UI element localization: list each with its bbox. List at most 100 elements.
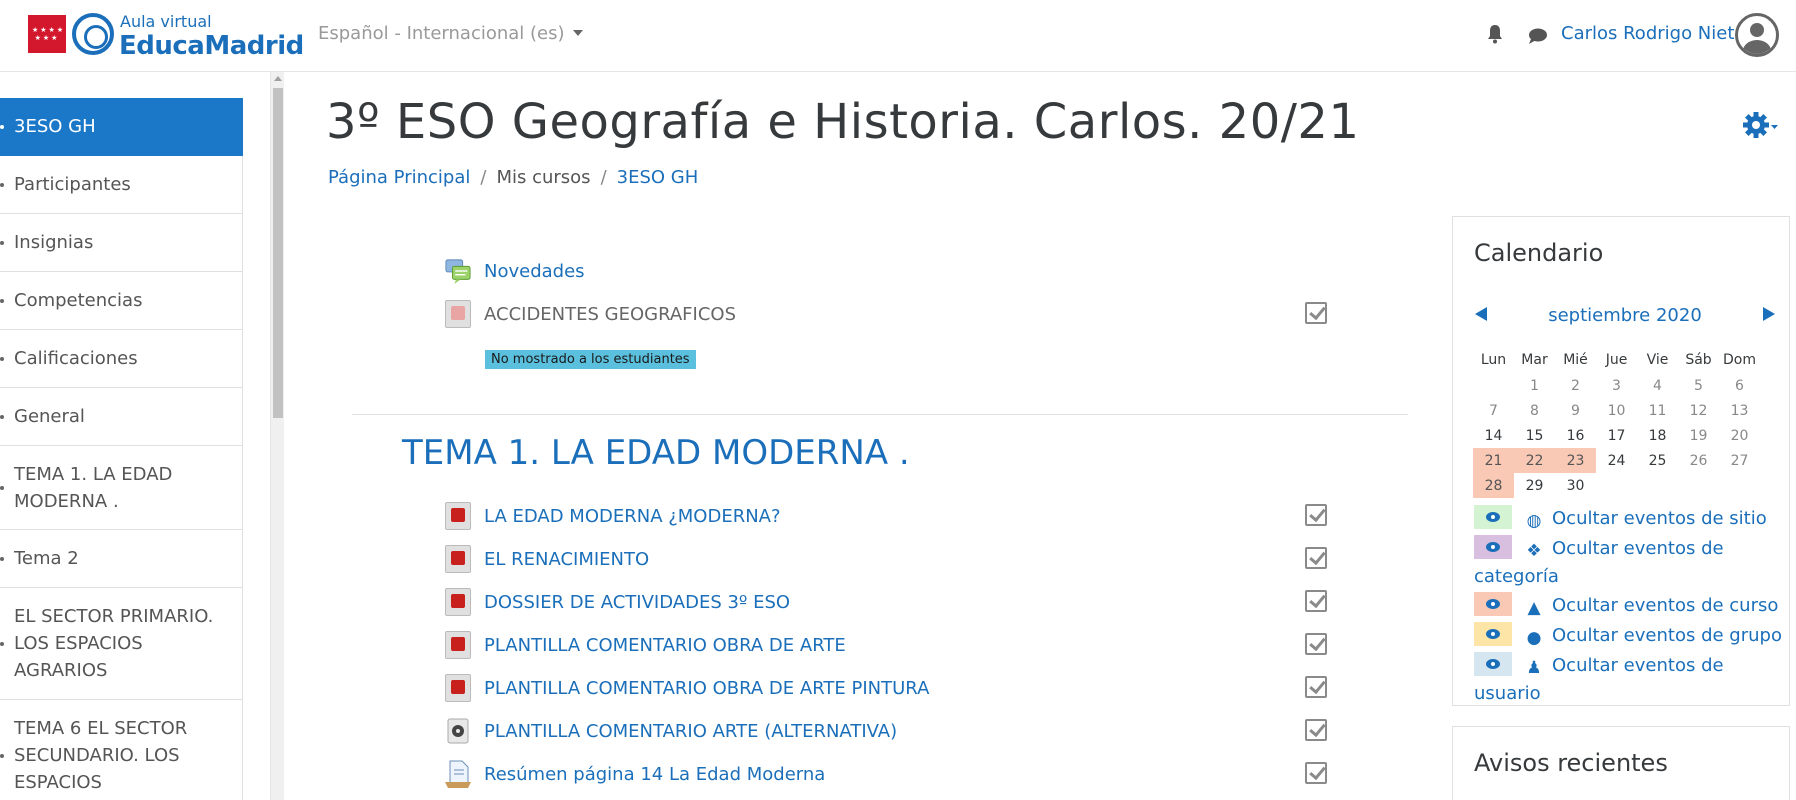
calendar-day[interactable]: 24	[1596, 448, 1637, 473]
activity-name[interactable]: Resúmen página 14 La Edad Moderna	[484, 764, 825, 785]
calendar-day[interactable]: 23	[1555, 448, 1596, 473]
activity-name[interactable]: PLANTILLA COMENTARIO OBRA DE ARTE	[484, 635, 846, 656]
activity-novedades[interactable]: Novedades	[445, 255, 1345, 289]
filter-label[interactable]: Ocultar eventos de grupo	[1552, 625, 1782, 646]
activity-name[interactable]: PLANTILLA COMENTARIO ARTE (ALTERNATIVA)	[484, 721, 897, 742]
filter-label[interactable]: Ocultar eventos de curso	[1552, 595, 1778, 616]
calendar-day[interactable]: 26	[1678, 448, 1719, 473]
calendar-day[interactable]: 22	[1514, 448, 1555, 473]
user-avatar[interactable]	[1735, 13, 1779, 57]
activity-item[interactable]: DOSSIER DE ACTIVIDADES 3º ESO	[445, 586, 1345, 620]
activity-name[interactable]: ACCIDENTES GEOGRAFICOS	[484, 304, 736, 325]
logo-subtitle[interactable]: Aula virtual	[120, 12, 212, 31]
calendar-day[interactable]: 7	[1473, 398, 1514, 423]
breadcrumb-my-courses[interactable]: Mis cursos	[496, 167, 590, 188]
filter-user-events[interactable]: ♟ Ocultar eventos de usuario	[1474, 652, 1784, 708]
drawer-item[interactable]: Insignias	[0, 214, 243, 272]
activity-item[interactable]: PLANTILLA COMENTARIO OBRA DE ARTE PINTUR…	[445, 672, 1345, 706]
filter-label[interactable]: Ocultar eventos de sitio	[1552, 508, 1767, 529]
calendar-day[interactable]: 9	[1555, 398, 1596, 423]
drawer-scrollbar[interactable]	[270, 72, 284, 800]
activity-accidentes-geograficos[interactable]: ACCIDENTES GEOGRAFICOS	[445, 298, 1345, 332]
completion-checkbox[interactable]	[1305, 719, 1327, 741]
calendar-day[interactable]: 15	[1514, 423, 1555, 448]
calendar-day[interactable]: 5	[1678, 373, 1719, 398]
filter-course-events[interactable]: ▲ Ocultar eventos de curso	[1474, 592, 1784, 620]
calendar-day[interactable]: 8	[1514, 398, 1555, 423]
breadcrumb-home[interactable]: Página Principal	[328, 167, 470, 188]
calendar-day[interactable]: 17	[1596, 423, 1637, 448]
filter-group-events[interactable]: ● Ocultar eventos de grupo	[1474, 622, 1784, 650]
calendar-day[interactable]: 27	[1719, 448, 1760, 473]
calendar-day[interactable]: 11	[1637, 398, 1678, 423]
settings-gear-icon[interactable]	[1743, 112, 1779, 140]
eye-icon[interactable]	[1474, 652, 1512, 676]
calendar-day[interactable]: 3	[1596, 373, 1637, 398]
user-menu-name[interactable]: Carlos Rodrigo Nieto	[1561, 23, 1745, 44]
eye-icon[interactable]	[1474, 622, 1512, 646]
logo-title[interactable]: EducaMadrid	[119, 31, 304, 61]
scrollbar-thumb[interactable]	[273, 88, 283, 418]
messages-chat-icon[interactable]	[1528, 27, 1548, 45]
drawer-item[interactable]: Calificaciones	[0, 330, 243, 388]
drawer-item[interactable]: Participantes	[0, 156, 243, 214]
completion-checkbox[interactable]	[1305, 676, 1327, 698]
calendar-day[interactable]: 2	[1555, 373, 1596, 398]
completion-checkbox[interactable]	[1305, 633, 1327, 655]
eye-icon[interactable]	[1474, 535, 1512, 559]
next-month-arrow-icon[interactable]	[1763, 307, 1775, 321]
previous-month-arrow-icon[interactable]	[1475, 307, 1487, 321]
activity-name[interactable]: EL RENACIMIENTO	[484, 549, 649, 570]
drawer-item[interactable]: TEMA 1. LA EDAD MODERNA .	[0, 446, 243, 530]
educamadrid-logo-icon[interactable]	[72, 13, 114, 55]
breadcrumb-course[interactable]: 3ESO GH	[617, 167, 699, 188]
activity-item[interactable]: Resúmen página 14 La Edad Moderna	[445, 758, 1345, 792]
section-title[interactable]: TEMA 1. LA EDAD MODERNA .	[402, 433, 910, 473]
calendar-day[interactable]: 14	[1473, 423, 1514, 448]
completion-checkbox[interactable]	[1305, 590, 1327, 612]
drawer-item[interactable]: EL SECTOR PRIMARIO. LOS ESPACIOS AGRARIO…	[0, 588, 243, 700]
comunidad-madrid-flag-logo[interactable]: ★★★★ ★★★	[28, 15, 66, 53]
calendar-day[interactable]: 6	[1719, 373, 1760, 398]
calendar-month[interactable]: septiembre 2020	[1475, 305, 1775, 326]
completion-checkbox[interactable]	[1305, 547, 1327, 569]
activity-name[interactable]: DOSSIER DE ACTIVIDADES 3º ESO	[484, 592, 790, 613]
calendar-day[interactable]: 18	[1637, 423, 1678, 448]
activity-item[interactable]: EL RENACIMIENTO	[445, 543, 1345, 577]
filter-site-events[interactable]: ◍ Ocultar eventos de sitio	[1474, 505, 1784, 533]
activity-item[interactable]: PLANTILLA COMENTARIO ARTE (ALTERNATIVA)	[445, 715, 1345, 749]
drawer-item[interactable]: 3ESO GH	[0, 98, 243, 156]
drawer-item-label: TEMA 1. LA EDAD MODERNA .	[14, 463, 173, 512]
calendar-day[interactable]: 30	[1555, 473, 1596, 498]
completion-checkbox[interactable]	[1305, 762, 1327, 784]
calendar-day[interactable]: 20	[1719, 423, 1760, 448]
drawer-item[interactable]: TEMA 6 EL SECTOR SECUNDARIO. LOS ESPACIO…	[0, 700, 243, 800]
drawer-item[interactable]: Tema 2	[0, 530, 243, 588]
activity-item[interactable]: LA EDAD MODERNA ¿MODERNA?	[445, 500, 1345, 534]
drawer-item[interactable]: General	[0, 388, 243, 446]
calendar-day[interactable]: 1	[1514, 373, 1555, 398]
activity-name[interactable]: Novedades	[484, 261, 585, 282]
calendar-day[interactable]: 12	[1678, 398, 1719, 423]
calendar-day[interactable]: 10	[1596, 398, 1637, 423]
completion-checkbox[interactable]	[1305, 302, 1327, 324]
eye-icon[interactable]	[1474, 505, 1512, 529]
calendar-day[interactable]: 16	[1555, 423, 1596, 448]
scroll-up-arrow-icon[interactable]	[274, 76, 282, 81]
calendar-day[interactable]: 19	[1678, 423, 1719, 448]
activity-name[interactable]: LA EDAD MODERNA ¿MODERNA?	[484, 506, 781, 527]
activity-name[interactable]: PLANTILLA COMENTARIO OBRA DE ARTE PINTUR…	[484, 678, 929, 699]
completion-checkbox[interactable]	[1305, 504, 1327, 526]
calendar-day[interactable]: 28	[1473, 473, 1514, 498]
drawer-item[interactable]: Competencias	[0, 272, 243, 330]
language-selector[interactable]: Español - Internacional (es)	[318, 23, 583, 44]
calendar-day[interactable]: 29	[1514, 473, 1555, 498]
calendar-day[interactable]: 25	[1637, 448, 1678, 473]
filter-category-events[interactable]: ❖ Ocultar eventos de categoría	[1474, 535, 1784, 591]
notifications-bell-icon[interactable]	[1486, 24, 1504, 44]
calendar-day[interactable]: 21	[1473, 448, 1514, 473]
eye-icon[interactable]	[1474, 592, 1512, 616]
calendar-day[interactable]: 13	[1719, 398, 1760, 423]
calendar-day[interactable]: 4	[1637, 373, 1678, 398]
activity-item[interactable]: PLANTILLA COMENTARIO OBRA DE ARTE	[445, 629, 1345, 663]
